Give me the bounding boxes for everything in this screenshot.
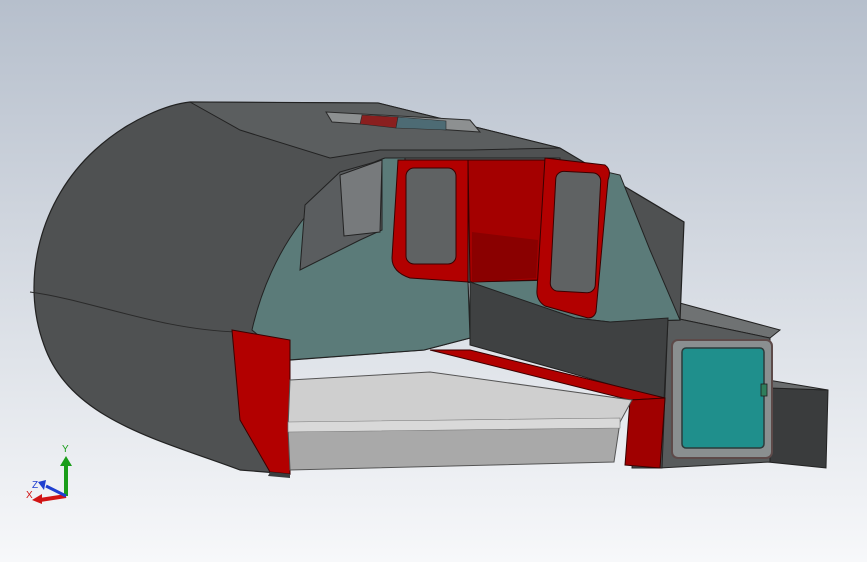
galley-door-latch[interactable]	[760, 383, 768, 397]
triad-z-label: Z	[32, 480, 38, 491]
cabinet-middle-shadow	[472, 232, 538, 282]
cabinet-left-opening	[405, 167, 457, 265]
bed-side-red	[624, 397, 666, 469]
cabinet-right-opening	[549, 170, 602, 294]
graphics-viewport[interactable]: Y X Z	[0, 0, 867, 562]
triad-y-label: Y	[62, 444, 69, 455]
rear-box-right	[767, 387, 829, 469]
galley-door-window[interactable]	[681, 347, 765, 449]
triad-x-label: X	[26, 490, 33, 501]
